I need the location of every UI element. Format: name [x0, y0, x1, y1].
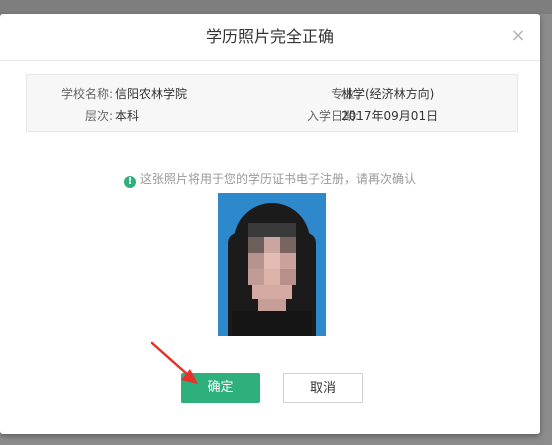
red-arrow-annotation	[150, 341, 198, 384]
